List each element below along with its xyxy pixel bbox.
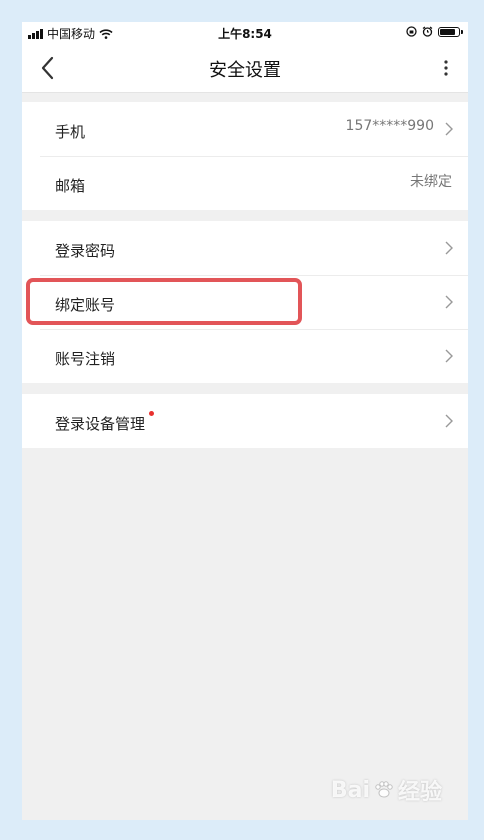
status-bar: 中国移动 上午8:54 [22, 22, 468, 44]
row-email[interactable]: 邮箱 未绑定 [22, 156, 468, 210]
orientation-lock-icon [406, 26, 417, 37]
battery-icon [438, 26, 463, 37]
chevron-right-icon [445, 295, 453, 309]
nav-bar: 安全设置 [22, 44, 468, 93]
row-label: 手机 [55, 123, 86, 141]
watermark-text-right: 经验 [397, 780, 442, 805]
page-title: 安全设置 [209, 60, 281, 81]
chevron-right-icon [445, 349, 453, 363]
row-cancel-account[interactable]: 账号注销 [22, 329, 468, 383]
alarm-icon [422, 26, 433, 37]
row-label: 登录密码 [55, 242, 116, 260]
status-right [406, 26, 463, 37]
watermark: Bai 经验 [331, 774, 442, 806]
paw-icon [375, 781, 393, 798]
row-login-password[interactable]: 登录密码 [22, 221, 468, 275]
chevron-right-icon [445, 241, 453, 255]
email-value: 未绑定 [410, 174, 452, 190]
row-label: 邮箱 [55, 177, 86, 195]
more-vertical-icon[interactable] [438, 54, 454, 82]
account-contact-group: 手机 157*****990 邮箱 未绑定 [22, 102, 468, 210]
row-phone[interactable]: 手机 157*****990 [22, 102, 468, 156]
highlight-annotation [26, 278, 302, 325]
status-time: 上午8:54 [218, 27, 272, 41]
phone-screen: 中国移动 上午8:54 安全设置 手机 157*****990 邮箱 未绑定 登… [22, 22, 468, 820]
red-dot-badge [149, 411, 154, 416]
chevron-right-icon [445, 414, 453, 428]
chevron-right-icon [445, 122, 453, 136]
row-device-management[interactable]: 登录设备管理 [22, 394, 468, 448]
row-label: 账号注销 [55, 350, 116, 368]
device-group: 登录设备管理 [22, 394, 468, 448]
phone-value: 157*****990 [345, 118, 434, 134]
row-label: 登录设备管理 [55, 415, 146, 433]
watermark-text-left: Bai [330, 777, 370, 803]
